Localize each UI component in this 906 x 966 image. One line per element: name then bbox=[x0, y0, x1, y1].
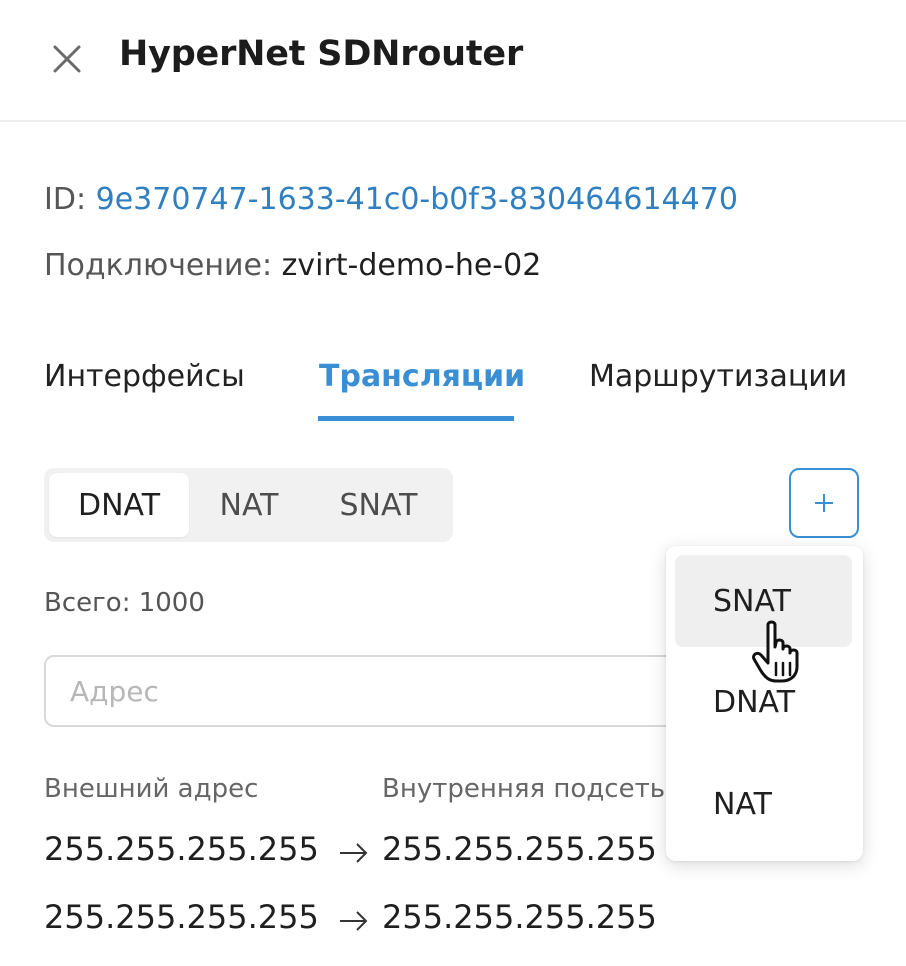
column-header-external: Внешний адрес bbox=[44, 774, 259, 804]
external-address: 255.255.255.255 bbox=[44, 898, 319, 936]
add-translation-button[interactable] bbox=[789, 468, 859, 538]
segment-dnat[interactable]: DNAT bbox=[49, 473, 189, 537]
menu-item-snat[interactable]: SNAT bbox=[675, 555, 852, 647]
column-header-internal: Внутренняя подсеть bbox=[382, 774, 666, 804]
router-id-link[interactable]: 9e370747-1633-41c0-b0f3-830464614470 bbox=[96, 182, 738, 217]
connection-value: zvirt-demo-he-02 bbox=[281, 248, 542, 283]
router-id-line: ID: 9e370747-1633-41c0-b0f3-830464614470 bbox=[44, 182, 738, 217]
plus-icon bbox=[815, 494, 833, 512]
arrow-right-icon bbox=[340, 843, 368, 863]
tab-routes[interactable]: Маршрутизации bbox=[589, 359, 847, 394]
id-label: ID: bbox=[44, 182, 87, 217]
menu-item-nat[interactable]: NAT bbox=[675, 758, 852, 850]
add-type-dropdown-menu: SNAT DNAT NAT bbox=[666, 546, 863, 861]
close-icon bbox=[53, 45, 81, 73]
external-address: 255.255.255.255 bbox=[44, 830, 319, 868]
menu-item-dnat[interactable]: DNAT bbox=[675, 656, 852, 748]
connection-label: Подключение: bbox=[44, 248, 273, 283]
active-tab-indicator bbox=[318, 416, 514, 421]
page-title: HyperNet SDNrouter bbox=[119, 34, 524, 74]
tab-interfaces[interactable]: Интерфейсы bbox=[44, 359, 245, 394]
panel-header: HyperNet SDNrouter bbox=[0, 0, 906, 122]
tab-translations[interactable]: Трансляции bbox=[319, 359, 525, 394]
nat-type-segmented-control: DNAT NAT SNAT bbox=[44, 468, 453, 542]
arrow-right-icon bbox=[340, 911, 368, 931]
internal-subnet: 255.255.255.255 bbox=[382, 898, 657, 936]
address-search-input[interactable] bbox=[44, 655, 684, 727]
segment-nat[interactable]: NAT bbox=[189, 473, 309, 537]
connection-line: Подключение: zvirt-demo-he-02 bbox=[44, 248, 541, 283]
total-count: Всего: 1000 bbox=[44, 588, 205, 618]
close-button[interactable] bbox=[46, 38, 88, 80]
segment-snat[interactable]: SNAT bbox=[309, 473, 448, 537]
translation-panel: HyperNet SDNrouter ID: 9e370747-1633-41c… bbox=[0, 0, 906, 966]
internal-subnet: 255.255.255.255 bbox=[382, 830, 657, 868]
table-row[interactable]: 255.255.255.255 255.255.255.255 bbox=[0, 898, 906, 948]
